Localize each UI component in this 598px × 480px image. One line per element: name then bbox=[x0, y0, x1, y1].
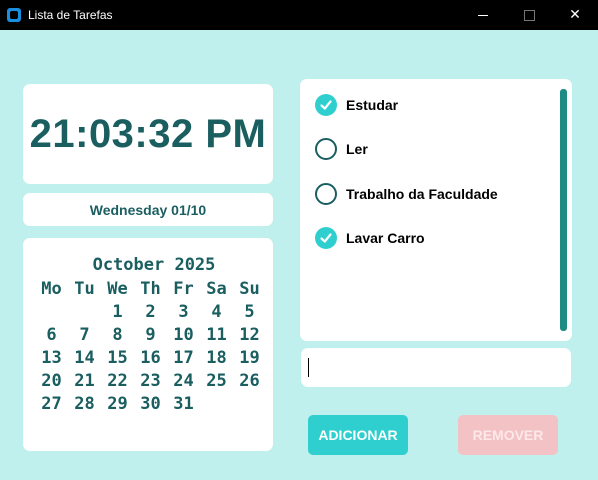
weekday-header: Su bbox=[239, 279, 260, 299]
checked-circle-icon[interactable] bbox=[315, 94, 337, 116]
weekday-header: Mo bbox=[41, 279, 62, 299]
task-input-container bbox=[301, 348, 571, 387]
calendar-day[interactable]: 30 bbox=[134, 393, 167, 416]
task-label: Ler bbox=[346, 141, 368, 157]
calendar-day[interactable]: 8 bbox=[101, 324, 134, 347]
weekday-header: We bbox=[107, 279, 128, 299]
task-list: Estudar Ler Trabalho da Faculdade Lavar Car… bbox=[300, 79, 572, 341]
calendar-day[interactable]: 14 bbox=[68, 347, 101, 370]
calendar-day[interactable]: 23 bbox=[134, 370, 167, 393]
window-title: Lista de Tarefas bbox=[28, 8, 113, 22]
checked-circle-icon[interactable] bbox=[315, 227, 337, 249]
weekday-header: Sa bbox=[206, 279, 227, 299]
task-item[interactable]: Estudar bbox=[315, 94, 398, 116]
task-input[interactable] bbox=[301, 348, 571, 387]
calendar-day[interactable]: 3 bbox=[167, 301, 200, 324]
date-text: Wednesday 01/10 bbox=[89, 201, 207, 218]
calendar-day[interactable]: 24 bbox=[167, 370, 200, 393]
calendar-day[interactable]: 17 bbox=[167, 347, 200, 370]
calendar-day[interactable]: 11 bbox=[200, 324, 233, 347]
calendar-day[interactable]: 19 bbox=[233, 347, 266, 370]
calendar-day[interactable]: 22 bbox=[101, 370, 134, 393]
minimize-icon bbox=[478, 14, 488, 16]
calendar-day[interactable]: 12 bbox=[233, 324, 266, 347]
maximize-button[interactable] bbox=[506, 0, 552, 30]
minimize-button[interactable] bbox=[460, 0, 506, 30]
unchecked-circle-icon[interactable] bbox=[315, 183, 337, 205]
task-label: Estudar bbox=[346, 97, 399, 113]
task-label: Trabalho da Faculdade bbox=[346, 186, 498, 202]
maximize-icon bbox=[523, 9, 535, 21]
calendar-day[interactable]: 4 bbox=[200, 301, 233, 324]
add-button[interactable]: ADICIONAR bbox=[308, 415, 408, 455]
calendar-day[interactable]: 13 bbox=[35, 347, 68, 370]
clock-panel: 21:03:32 PM bbox=[23, 84, 273, 184]
unchecked-circle-icon[interactable] bbox=[315, 138, 337, 160]
calendar-day[interactable]: 16 bbox=[134, 347, 167, 370]
calendar-day[interactable]: 18 bbox=[200, 347, 233, 370]
calendar-day[interactable]: 27 bbox=[35, 393, 68, 416]
close-button[interactable]: ✕ bbox=[552, 0, 598, 30]
calendar-grid: Mo Tu We Th Fr Sa Su 1 2 3 4 5 6 7 8 9 10 11 12 13 14 15 16 17 1… bbox=[35, 278, 266, 416]
weekday-header: Th bbox=[140, 279, 161, 299]
task-item[interactable]: Trabalho da Faculdade bbox=[315, 183, 498, 205]
text-caret bbox=[308, 358, 309, 377]
task-item[interactable]: Lavar Carro bbox=[315, 227, 425, 249]
calendar-day bbox=[68, 301, 101, 324]
calendar-day[interactable]: 1 bbox=[101, 301, 134, 324]
calendar-day bbox=[35, 301, 68, 324]
calendar-day[interactable]: 9 bbox=[134, 324, 167, 347]
calendar-day[interactable]: 26 bbox=[233, 370, 266, 393]
calendar-day[interactable]: 7 bbox=[68, 324, 101, 347]
calendar-day[interactable]: 15 bbox=[101, 347, 134, 370]
task-list-scrollbar[interactable] bbox=[560, 89, 567, 331]
app-icon bbox=[7, 8, 21, 22]
calendar-day bbox=[200, 393, 233, 416]
calendar-day[interactable]: 21 bbox=[68, 370, 101, 393]
calendar-day[interactable]: 2 bbox=[134, 301, 167, 324]
calendar-day[interactable]: 25 bbox=[200, 370, 233, 393]
remove-button[interactable]: REMOVER bbox=[458, 415, 558, 455]
calendar-day[interactable]: 31 bbox=[167, 393, 200, 416]
clock-time: 21:03:32 PM bbox=[29, 111, 267, 156]
title-bar: Lista de Tarefas ✕ bbox=[0, 0, 598, 30]
calendar-day[interactable]: 29 bbox=[101, 393, 134, 416]
calendar-day[interactable]: 5 bbox=[233, 301, 266, 324]
calendar-month-title: October 2025 bbox=[92, 255, 216, 275]
calendar-day[interactable]: 6 bbox=[35, 324, 68, 347]
calendar-day[interactable]: 20 bbox=[35, 370, 68, 393]
date-panel: Wednesday 01/10 bbox=[23, 193, 273, 226]
calendar-panel: October 2025 Mo Tu We Th Fr Sa Su 1 2 3 4 5 6 7 8 9 10 11… bbox=[23, 238, 273, 451]
task-item[interactable]: Ler bbox=[315, 138, 368, 160]
weekday-header: Tu bbox=[74, 279, 95, 299]
calendar-day[interactable]: 10 bbox=[167, 324, 200, 347]
calendar-day bbox=[233, 393, 266, 416]
task-label: Lavar Carro bbox=[346, 230, 425, 246]
calendar-day[interactable]: 28 bbox=[68, 393, 101, 416]
weekday-header: Fr bbox=[173, 279, 194, 299]
